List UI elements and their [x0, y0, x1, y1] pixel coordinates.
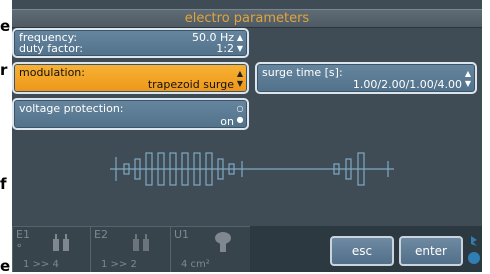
arrow-down-icon[interactable]: ▼: [236, 45, 244, 53]
tab-e1-id: E1: [16, 228, 30, 241]
tab-u1-id: U1: [174, 228, 190, 241]
page-title: electro parameters: [184, 11, 310, 26]
surge-time-value: 1.00/2.00/1.00/4.00: [352, 78, 462, 91]
voltage-protection-panel[interactable]: voltage protection: on ○ ●: [12, 98, 249, 130]
tab-u1-value: 4 cm²: [181, 259, 210, 270]
toggle-off-icon[interactable]: ○: [236, 105, 244, 113]
arrow-up-icon[interactable]: ▲: [464, 70, 472, 78]
header-bar: electro parameters: [12, 9, 482, 28]
duty-factor-label: duty factor:: [19, 42, 84, 55]
ultrasound-head-icon: [215, 232, 231, 252]
tab-e1[interactable]: E1 ⚬ 1 >> 4: [12, 226, 90, 272]
electrode-icon: ⚬: [15, 241, 24, 252]
electrode-icon: [133, 234, 149, 251]
tab-e2-value: 1 >> 2: [101, 259, 137, 270]
enter-button[interactable]: enter: [399, 236, 463, 266]
tab-e1-value: 1 >> 4: [23, 259, 59, 270]
arrow-up-icon[interactable]: ▲: [236, 34, 244, 42]
frequency-duty-panel[interactable]: frequency: 50.0 Hz ▲ duty factor: 1:2 ▼: [12, 28, 249, 58]
bottom-bar: E1 ⚬ 1 >> 4 E2 1 >> 2 U1 4 cm² esc enter: [12, 226, 482, 272]
surge-time-label: surge time [s]:: [262, 66, 343, 79]
modulation-label: modulation:: [19, 66, 85, 79]
arrow-down-icon[interactable]: ▼: [236, 80, 244, 88]
duty-factor-value: 1:2: [216, 42, 234, 55]
arrow-up-icon[interactable]: ▲: [236, 70, 244, 78]
pointer-icon: [468, 236, 480, 264]
tab-e2[interactable]: E2 1 >> 2: [90, 226, 170, 272]
device-screen: electro parameters frequency: 50.0 Hz ▲ …: [12, 0, 482, 272]
arrow-down-icon[interactable]: ▼: [464, 80, 472, 88]
voltage-protection-label: voltage protection:: [19, 102, 124, 115]
tab-u1[interactable]: U1 4 cm²: [170, 226, 250, 272]
voltage-protection-value: on: [220, 115, 234, 128]
esc-button[interactable]: esc: [330, 236, 394, 266]
surge-time-panel[interactable]: surge time [s]: 1.00/2.00/1.00/4.00 ▲ ▼: [255, 62, 477, 94]
modulation-value: trapezoid surge: [147, 78, 234, 91]
waveform-preview: [110, 152, 394, 186]
electrode-icon: [53, 234, 69, 251]
toggle-on-icon[interactable]: ●: [236, 116, 244, 124]
modulation-panel[interactable]: modulation: trapezoid surge ▲ ▼: [12, 62, 249, 94]
tab-e2-id: E2: [94, 228, 108, 241]
